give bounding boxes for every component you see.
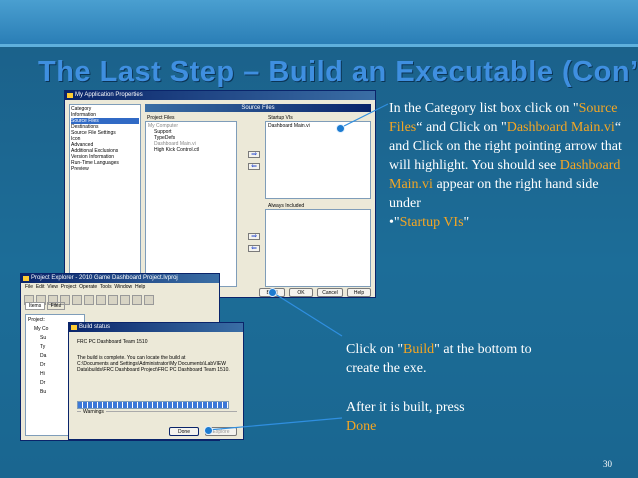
window-icon [71, 325, 77, 330]
build-complete-message: The build is complete. You can locate th… [77, 355, 230, 373]
paste-icon[interactable] [84, 294, 94, 305]
menu-bar: File Edit View Project Operate Tools Win… [21, 283, 219, 291]
caption-highlight: Done [346, 419, 377, 434]
caption-build: Click on "Build" at the bottom to create… [346, 340, 566, 378]
menu-operate[interactable]: Operate [79, 284, 97, 290]
menu-help[interactable]: Help [135, 284, 145, 290]
settings-icon[interactable] [120, 294, 130, 305]
menu-window[interactable]: Window [114, 284, 132, 290]
add-startup-arrow-button[interactable]: ⇒ [248, 151, 260, 158]
startup-item[interactable]: Dashboard Main.vi [268, 123, 368, 129]
menu-tools[interactable]: Tools [100, 284, 112, 290]
app-properties-window: My Application Properties Category Infor… [64, 90, 376, 298]
page-number: 30 [603, 459, 612, 469]
tab-items[interactable]: Items [25, 302, 46, 310]
caption-text: •" [389, 215, 400, 230]
window-title: My Application Properties [75, 92, 143, 98]
window-title: Build status [79, 324, 111, 330]
always-included-list[interactable] [265, 209, 371, 287]
caption-text: “ and Click on " [416, 120, 507, 135]
remove-startup-arrow-button[interactable]: ⇐ [248, 163, 260, 170]
done-button[interactable]: Done [169, 427, 199, 436]
warnings-label[interactable]: Warnings [81, 409, 106, 415]
menu-project[interactable]: Project [61, 284, 77, 290]
window-title: Project Explorer - 2010 Game Dashboard P… [31, 275, 178, 281]
category-list[interactable]: Category Information Source Files Destin… [69, 104, 141, 286]
caption-done: After it is built, press Done [346, 398, 566, 436]
build-progress-bar [77, 401, 229, 409]
help-button[interactable]: Help [347, 288, 371, 297]
callout-dot-build [268, 288, 277, 297]
build-icon[interactable] [108, 294, 118, 305]
build-progress-fill [78, 402, 228, 408]
window-icon [67, 93, 73, 98]
project-explorer-titlebar[interactable]: Project Explorer - 2010 Game Dashboard P… [21, 274, 219, 283]
caption-text: Click on " [346, 342, 404, 357]
slide-title: The Last Step – Build an Executable (Con… [38, 56, 638, 88]
caption-text: " [463, 215, 470, 230]
view-icon[interactable] [132, 294, 142, 305]
callout-dot-startup [336, 124, 345, 133]
caption-highlight: Dashboard Main.vi [506, 120, 615, 135]
ok-button[interactable]: OK [289, 288, 313, 297]
caption-text: After it is built, press [346, 400, 465, 415]
menu-edit[interactable]: Edit [36, 284, 45, 290]
startup-vis-list[interactable]: Dashboard Main.vi [265, 121, 371, 199]
build-status-titlebar[interactable]: Build status [69, 323, 243, 332]
build-status-dialog: Build status FRC PC Dashboard Team 1510 … [68, 322, 244, 440]
cancel-button[interactable]: Cancel [317, 288, 343, 297]
menu-file[interactable]: File [25, 284, 33, 290]
project-files-tree[interactable]: My Computer Support TypeDefs Dashboard M… [145, 121, 237, 287]
caption-highlight: Startup VIs [399, 215, 464, 230]
menu-view[interactable]: View [47, 284, 58, 290]
caption-highlight: Build [403, 342, 435, 357]
add-always-arrow-button[interactable]: ⇒ [248, 233, 260, 240]
warnings-group: Warnings [77, 409, 237, 422]
toolbar [21, 291, 219, 305]
remove-always-arrow-button[interactable]: ⇐ [248, 245, 260, 252]
category-item[interactable]: Preview [71, 166, 139, 172]
build-name: FRC PC Dashboard Team 1510 [77, 339, 148, 345]
section-header: Source Files [145, 104, 371, 112]
header-rule [0, 44, 638, 47]
callout-line-build [271, 291, 343, 337]
tab-files[interactable]: Files [46, 302, 66, 310]
delete-icon[interactable] [96, 294, 106, 305]
slide-header-band [0, 0, 638, 44]
filter-icon[interactable] [144, 294, 154, 305]
caption-source-files: In the Category list box click on "Sourc… [389, 99, 625, 232]
callout-dot-done [204, 426, 213, 435]
tree-item[interactable]: High Kick Control.ctl [148, 147, 234, 153]
app-properties-titlebar[interactable]: My Application Properties [65, 91, 375, 100]
copy-icon[interactable] [72, 294, 82, 305]
window-icon [23, 276, 29, 281]
caption-text: In the Category list box click on " [389, 101, 579, 116]
